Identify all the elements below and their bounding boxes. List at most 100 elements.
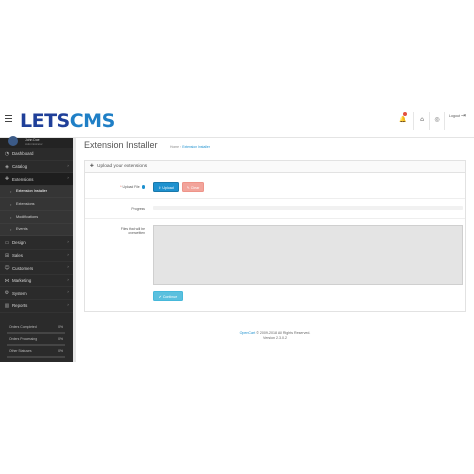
sidebar-item-sales[interactable]: ⊞ Sales › [0,250,73,263]
footer-copyright-text: © 2009-2018 All Rights Reserved. [255,331,311,335]
desktop-icon: ▭ [4,240,10,246]
angle-right-icon: › [10,214,12,220]
logout-link[interactable]: Logout [449,114,460,118]
upload-button-label: Upload [162,186,174,190]
bar-chart-icon: ▥ [4,303,10,309]
sidebar-subitem-label: Modifications [16,214,39,219]
upload-progress-bar [153,206,463,210]
continue-button[interactable]: ✔ Continue [153,291,183,301]
sidebar-item-design[interactable]: ▭ Design › [0,237,73,250]
sidebar-item-label: Design [12,240,26,246]
sidebar-item-label: Extensions [12,176,34,182]
logo-text-cms: CMS [69,110,116,132]
help-icon[interactable]: ◎ [433,116,441,124]
continue-button-label: Continue [162,295,178,299]
sidebar-item-label: Catalog [12,163,28,169]
chevron-right-icon: › [67,252,69,258]
stat-progress-bar [7,344,65,346]
notification-badge [403,112,407,116]
overwritten-label-line1: Files that will be [120,227,145,231]
top-header: LETSCMS 🔔 ⌂ ◎ [0,104,474,138]
profile-role: Administrator [25,142,43,146]
panel-title: Upload your extensions [97,164,148,170]
form-divider [85,198,465,199]
stat-percent: 0% [58,349,63,353]
upload-panel: ✚ Upload your extensions * Upload File ⇪… [84,160,466,312]
sidebar-scrollbar[interactable] [73,138,76,362]
cog-icon: ⚙ [4,290,10,297]
sign-out-icon[interactable]: ⇥ [461,112,466,119]
sidebar-item-label: Customers [12,265,34,271]
clear-button-label: Clear [190,186,200,190]
chevron-right-icon: › [67,163,69,169]
overwritten-files-label: Files that will be overwritten [85,227,145,236]
sidebar-item-customers[interactable]: ☺ Customers › [0,262,73,275]
stat-label: Orders Processing [9,337,38,341]
upload-file-label: * Upload File [85,185,145,189]
footer-version: Version 2.3.0.2 [263,336,287,340]
clear-button[interactable]: ✎ Clear [182,182,204,192]
sidebar-subitem-events[interactable]: › Events [0,223,73,237]
stat-label: Other Statuses [9,349,32,353]
sidebar-subitem-modifications[interactable]: › Modifications [0,211,73,224]
header-divider [444,112,445,130]
tags-icon: ◈ [5,163,9,170]
page-title: Extension Installer [84,140,158,150]
help-icon[interactable] [141,185,145,189]
stat-percent: 0% [58,337,63,341]
puzzle-icon: ✚ [4,176,10,183]
form-divider [85,218,465,219]
upload-button[interactable]: ⇪ Upload [153,182,179,192]
header-divider [429,112,430,130]
sidebar-item-label: Marketing [12,278,32,284]
app-logo[interactable]: LETSCMS [20,110,115,132]
sidebar-item-marketing[interactable]: ⋈ Marketing › [0,275,73,288]
home-icon[interactable]: ⌂ [418,116,426,124]
sidebar-item-label: Sales [12,252,23,258]
sidebar-subitem-extensions[interactable]: › Extensions [0,198,73,211]
sidebar-item-catalog[interactable]: ◈ Catalog › [0,161,73,174]
chevron-right-icon: › [67,303,69,308]
footer-copyright: OpenCart © 2009-2018 All Rights Reserved… [84,331,466,335]
sidebar-subitem-label: Extension Installer [16,189,48,194]
breadcrumb-home[interactable]: Home [170,145,179,149]
sidebar-item-reports[interactable]: ▥ Reports › [0,300,73,313]
sidebar-subitem-extension-installer[interactable]: › Extension Installer [0,185,73,199]
chevron-right-icon: › [67,240,69,245]
menu-icon[interactable] [5,115,12,122]
required-marker: * [120,185,122,189]
stat-other-statuses: Other Statuses 0% [7,348,65,358]
upload-file-label-text: Upload File [122,185,140,189]
breadcrumb-current[interactable]: Extension Installer [182,145,210,149]
progress-label: Progress [131,207,145,211]
user-profile[interactable]: John Doe Administrator [0,136,73,148]
stat-label: Orders Completed [9,325,37,329]
sidebar-subitem-label: Extensions [16,201,35,206]
dashboard-icon: ◔ [4,151,10,157]
chevron-right-icon: › [67,290,69,296]
logo-text-lets: LETS [20,110,70,132]
angle-right-icon: › [10,227,12,233]
stat-orders-completed: Orders Completed 0% [7,324,65,334]
angle-right-icon: › [10,201,12,207]
panel-heading: ✚ Upload your extensions [85,161,465,173]
sidebar-item-dashboard[interactable]: ◔ Dashboard [0,148,73,161]
puzzle-icon: ✚ [90,164,94,169]
share-icon: ⋈ [4,277,10,284]
user-icon: ☺ [4,265,10,272]
bell-icon[interactable]: 🔔 [399,116,407,124]
sidebar-item-label: Reports [12,303,28,309]
chevron-right-icon: › [67,277,69,283]
cart-icon: ⊞ [4,252,10,259]
sidebar-item-label: System [12,290,27,296]
sidebar-item-extensions[interactable]: ✚ Extensions › [0,173,73,186]
footer-opencart-link[interactable]: OpenCart [240,331,256,335]
sidebar: John Doe Administrator ◔ Dashboard ◈ Cat… [0,136,73,362]
angle-right-icon: › [10,189,12,195]
stat-percent: 0% [58,325,63,329]
overwritten-files-textarea[interactable] [153,225,463,285]
sidebar-item-system[interactable]: ⚙ System › [0,287,73,300]
sidebar-item-label: Dashboard [12,151,34,157]
chevron-right-icon: › [67,265,69,271]
avatar [8,136,18,146]
